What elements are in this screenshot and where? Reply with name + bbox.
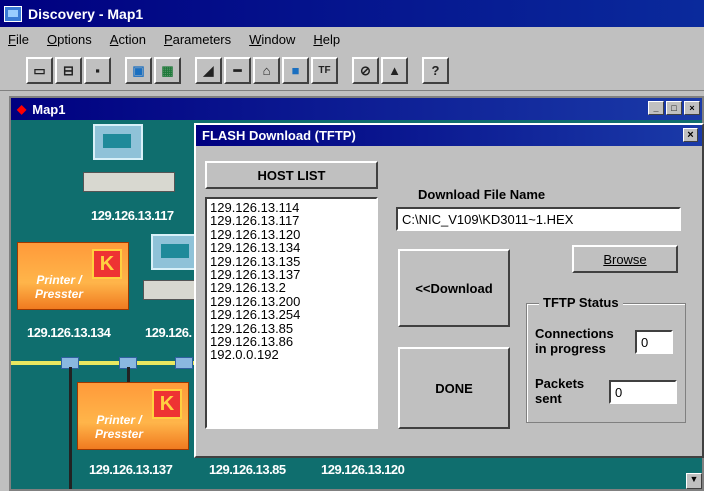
host-list-item[interactable]: 129.126.13.134 [210, 241, 373, 255]
network-line [11, 361, 196, 365]
browse-button-label: Browse [603, 251, 647, 267]
packets-label: Packets sent [535, 376, 585, 406]
app-titlebar: Discovery - Map1 [0, 0, 704, 27]
workstation-2-cpu-icon[interactable] [143, 280, 197, 300]
tftp-status-group: TFTP Status Connections in progress 0 Pa… [526, 295, 686, 423]
host-list-item[interactable]: 129.126.13.114 [210, 201, 373, 215]
minimize-button[interactable]: _ [648, 101, 664, 115]
printer-2-logo-icon: K [152, 389, 182, 419]
printer-2-icon[interactable]: K Printer / Presster [77, 382, 189, 450]
tftp-icon[interactable]: TF [311, 57, 338, 84]
printer-2-label: Printer / Presster [94, 413, 144, 441]
dialog-title: FLASH Download (TFTP) [202, 128, 356, 143]
host-list-item[interactable]: 129.126.13.117 [210, 214, 373, 228]
menu-parameters[interactable]: Parameters [164, 32, 231, 47]
save-icon[interactable]: ▪ [84, 57, 111, 84]
ip-label-bottom-mid[interactable]: 129.126.13.85 [209, 462, 286, 477]
home-icon[interactable]: ⌂ [253, 57, 280, 84]
menu-help[interactable]: Help [313, 32, 340, 47]
ip-label-top[interactable]: 129.126.13.117 [91, 208, 174, 223]
host-list-item[interactable]: 129.126.13.86 [210, 335, 373, 349]
map-window-icon: ◆ [17, 102, 27, 116]
host-list-item[interactable]: 129.126.13.120 [210, 227, 373, 241]
download-button[interactable]: <<Download [398, 249, 510, 327]
host-list-item[interactable]: 129.126.13.2 [210, 281, 373, 295]
packets-field: 0 [609, 380, 677, 404]
ip-label-printer2[interactable]: 129.126.13.137 [89, 462, 173, 477]
hub-node-icon[interactable] [175, 357, 193, 369]
scroll-down-button[interactable]: ▼ [686, 473, 702, 489]
network-drop-line [69, 367, 72, 489]
open-icon[interactable]: ⊟ [55, 57, 82, 84]
flash-download-dialog: FLASH Download (TFTP) × HOST LIST 129.12… [194, 123, 704, 458]
menu-window[interactable]: Window [249, 32, 295, 47]
printer-icon[interactable]: K Printer / Presster [17, 242, 129, 310]
new-doc-icon[interactable]: ▭ [26, 57, 53, 84]
alert-icon[interactable]: ▲ [381, 57, 408, 84]
ip-label-bottom-right[interactable]: 129.126.13.120 [321, 462, 405, 477]
help-icon[interactable]: ? [422, 57, 449, 84]
menu-options[interactable]: Options [47, 32, 92, 47]
map-title: Map1 [32, 101, 66, 117]
host-list-item[interactable]: 129.126.13.85 [210, 321, 373, 335]
host-list-button[interactable]: HOST LIST [205, 161, 378, 189]
dialog-close-button[interactable]: × [683, 128, 698, 142]
workstation-monitor-icon[interactable] [93, 124, 143, 160]
host-list-item[interactable]: 192.0.0.192 [210, 348, 373, 362]
map-titlebar: ◆ Map1 _ □ × [11, 98, 702, 120]
ip-label-printer1[interactable]: 129.126.13.134 [27, 325, 111, 340]
signal-icon[interactable]: ◢ [195, 57, 222, 84]
download-file-label: Download File Name [418, 187, 546, 202]
ip-label-partial[interactable]: 129.126. [145, 325, 192, 340]
host-list-item[interactable]: 129.126.13.135 [210, 254, 373, 268]
app-title: Discovery - Map1 [28, 5, 144, 22]
app-icon [4, 5, 22, 22]
printer-logo-icon: K [92, 249, 122, 279]
menu-file[interactable]: File [8, 32, 29, 47]
stop-icon[interactable]: ⊘ [352, 57, 379, 84]
host-list-item[interactable]: 129.126.13.254 [210, 308, 373, 322]
map-view-icon[interactable]: ▣ [125, 57, 152, 84]
toolbar: ▭ ⊟ ▪ ▣ ▦ ◢ ━ ⌂ ■ TF ⊘ ▲ ? [0, 51, 704, 91]
browse-button[interactable]: Browse [572, 245, 678, 273]
workstation-cpu-icon[interactable] [83, 172, 175, 192]
host-list-item[interactable]: 129.126.13.200 [210, 294, 373, 308]
connections-field: 0 [635, 330, 673, 354]
host-list-item[interactable]: 129.126.13.137 [210, 268, 373, 282]
menu-action[interactable]: Action [110, 32, 146, 47]
maximize-button[interactable]: □ [666, 101, 682, 115]
download-file-field[interactable]: C:\NIC_V109\KD3011~1.HEX [396, 207, 681, 231]
printer-label: Printer / Presster [34, 273, 84, 301]
done-button[interactable]: DONE [398, 347, 510, 429]
dialog-titlebar: FLASH Download (TFTP) × [196, 125, 702, 146]
minus-icon[interactable]: ━ [224, 57, 251, 84]
menubar: File Options Action Parameters Window He… [0, 27, 704, 51]
monitor-icon[interactable]: ■ [282, 57, 309, 84]
close-button[interactable]: × [684, 101, 700, 115]
connections-label: Connections in progress [535, 326, 614, 356]
host-listbox[interactable]: 129.126.13.114 129.126.13.117 129.126.13.1… [205, 197, 378, 429]
network-icon[interactable]: ▦ [154, 57, 181, 84]
tftp-status-title: TFTP Status [539, 295, 623, 310]
